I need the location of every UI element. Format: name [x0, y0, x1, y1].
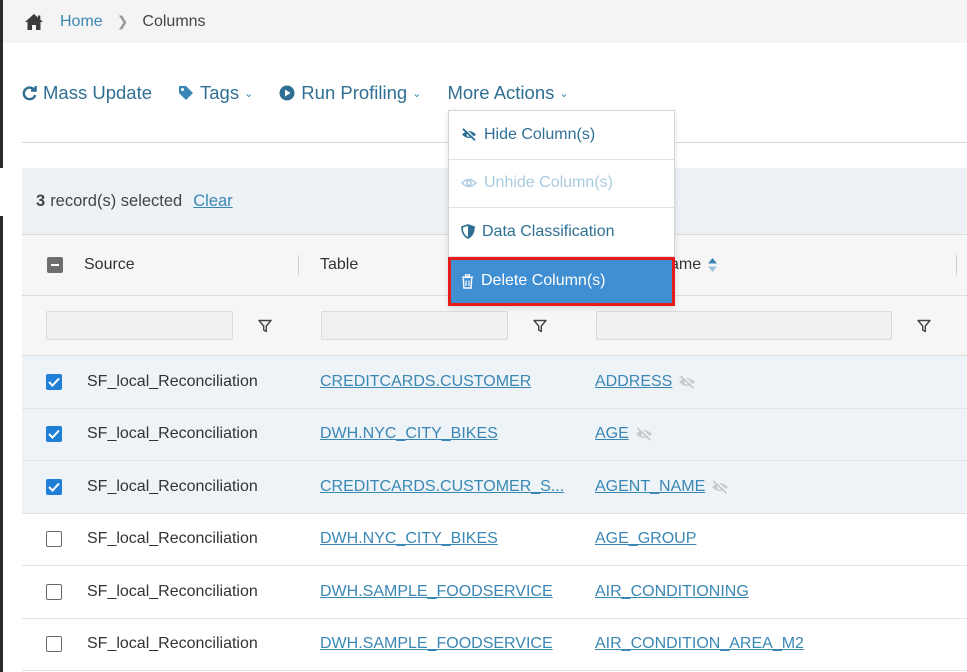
source-column-header[interactable]: Source	[84, 235, 135, 295]
column-name-link[interactable]: AGE_GROUP	[595, 530, 696, 548]
row-checkbox[interactable]	[46, 478, 62, 495]
source-cell: SF_local_Reconciliation	[87, 530, 258, 548]
selection-text: record(s) selected	[50, 191, 183, 210]
eye-slash-icon	[461, 128, 477, 142]
menu-item-data-classification[interactable]: Data Classification	[449, 208, 674, 257]
sort-icon[interactable]	[707, 257, 718, 273]
select-all-cell	[47, 235, 63, 295]
source-cell: SF_local_Reconciliation	[87, 372, 258, 390]
mass-update-button[interactable]: Mass Update	[22, 82, 152, 104]
more-actions-menu: Hide Column(s) Unhide Column(s) Data Cla…	[448, 110, 675, 306]
column-separator	[956, 255, 957, 275]
table-row[interactable]: SF_local_Reconciliation DWH.NYC_CITY_BIK…	[22, 514, 967, 566]
column-name-link[interactable]: AIR_CONDITIONING	[595, 583, 749, 601]
shield-icon	[461, 224, 475, 240]
window-edge-bottom	[0, 216, 3, 672]
run-profiling-label: Run Profiling	[301, 82, 408, 103]
menu-item-hide-columns[interactable]: Hide Column(s)	[449, 111, 674, 160]
select-all-checkbox[interactable]	[47, 257, 63, 273]
column-name-link[interactable]: AIR_CONDITION_AREA_M2	[595, 635, 804, 653]
chevron-right-icon: ❯	[116, 13, 129, 29]
table-filter-input[interactable]	[321, 311, 508, 340]
table-row[interactable]: SF_local_Reconciliation CREDITCARDS.CUST…	[22, 356, 967, 409]
filter-icon[interactable]	[917, 296, 931, 355]
row-checkbox[interactable]	[46, 583, 62, 600]
table-link[interactable]: DWH.SAMPLE_FOODSERVICE	[320, 619, 553, 671]
clear-selection-link[interactable]: Clear	[193, 192, 232, 211]
menu-item-label: Data Classification	[482, 222, 615, 240]
breadcrumb-home-link[interactable]: Home	[60, 13, 103, 31]
toolbar: Mass Update Tags ⌄ Run Profiling ⌄ More …	[22, 78, 595, 108]
row-checkbox[interactable]	[46, 531, 62, 548]
tag-icon	[178, 85, 194, 101]
play-circle-icon	[279, 85, 295, 101]
row-checkbox[interactable]	[46, 373, 62, 390]
source-cell: SF_local_Reconciliation	[87, 635, 258, 653]
menu-item-label: Hide Column(s)	[484, 125, 596, 143]
run-profiling-button[interactable]: Run Profiling ⌄	[279, 82, 421, 104]
eye-icon	[461, 177, 477, 189]
column-name-link[interactable]: ADDRESS	[595, 373, 672, 391]
source-cell: SF_local_Reconciliation	[87, 425, 258, 443]
table-link[interactable]: CREDITCARDS.CUSTOMER_S...	[320, 461, 564, 513]
table-row[interactable]: SF_local_Reconciliation DWH.NYC_CITY_BIK…	[22, 408, 967, 461]
home-icon[interactable]	[24, 13, 44, 31]
eye-slash-icon	[678, 374, 696, 389]
table-column-header[interactable]: Table	[320, 235, 358, 295]
eye-slash-icon	[635, 427, 653, 442]
filter-icon[interactable]	[258, 296, 272, 355]
selection-count: 3	[36, 191, 46, 210]
trash-icon	[461, 273, 474, 289]
source-filter-input[interactable]	[46, 311, 233, 340]
source-cell: SF_local_Reconciliation	[87, 582, 258, 600]
mass-update-label: Mass Update	[43, 82, 152, 103]
name-filter-input[interactable]	[596, 311, 892, 340]
more-actions-button[interactable]: More Actions ⌄	[447, 82, 568, 104]
column-name-link[interactable]: AGENT_NAME	[595, 478, 705, 496]
table-link[interactable]: DWH.SAMPLE_FOODSERVICE	[320, 566, 553, 618]
column-separator	[298, 255, 299, 275]
menu-item-delete-columns[interactable]: Delete Column(s)	[448, 256, 675, 306]
table-link[interactable]: CREDITCARDS.CUSTOMER	[320, 356, 531, 408]
row-checkbox[interactable]	[46, 426, 62, 443]
chevron-down-icon: ⌄	[559, 87, 569, 100]
eye-slash-icon	[711, 479, 729, 494]
column-name-link[interactable]: AGE	[595, 425, 629, 443]
refresh-icon	[22, 85, 37, 101]
tags-label: Tags	[200, 82, 240, 103]
table-link[interactable]: DWH.NYC_CITY_BIKES	[320, 409, 498, 461]
menu-item-unhide-columns[interactable]: Unhide Column(s)	[449, 160, 674, 208]
more-actions-label: More Actions	[447, 82, 555, 103]
chevron-down-icon: ⌄	[412, 87, 422, 100]
chevron-down-icon: ⌄	[244, 87, 254, 100]
row-checkbox[interactable]	[46, 636, 62, 653]
source-cell: SF_local_Reconciliation	[87, 477, 258, 495]
tags-button[interactable]: Tags ⌄	[178, 82, 253, 104]
table-row[interactable]: SF_local_Reconciliation CREDITCARDS.CUST…	[22, 461, 967, 514]
table-row[interactable]: SF_local_Reconciliation DWH.SAMPLE_FOODS…	[22, 566, 967, 619]
menu-item-label: Unhide Column(s)	[484, 174, 613, 192]
breadcrumb-current: Columns	[142, 12, 206, 30]
name-column-header[interactable]: ame	[670, 235, 718, 295]
menu-item-label: Delete Column(s)	[481, 272, 606, 289]
breadcrumb: Home ❯ Columns	[3, 0, 967, 43]
table-link[interactable]: DWH.NYC_CITY_BIKES	[320, 514, 498, 566]
table-row[interactable]: SF_local_Reconciliation DWH.SAMPLE_FOODS…	[22, 619, 967, 671]
